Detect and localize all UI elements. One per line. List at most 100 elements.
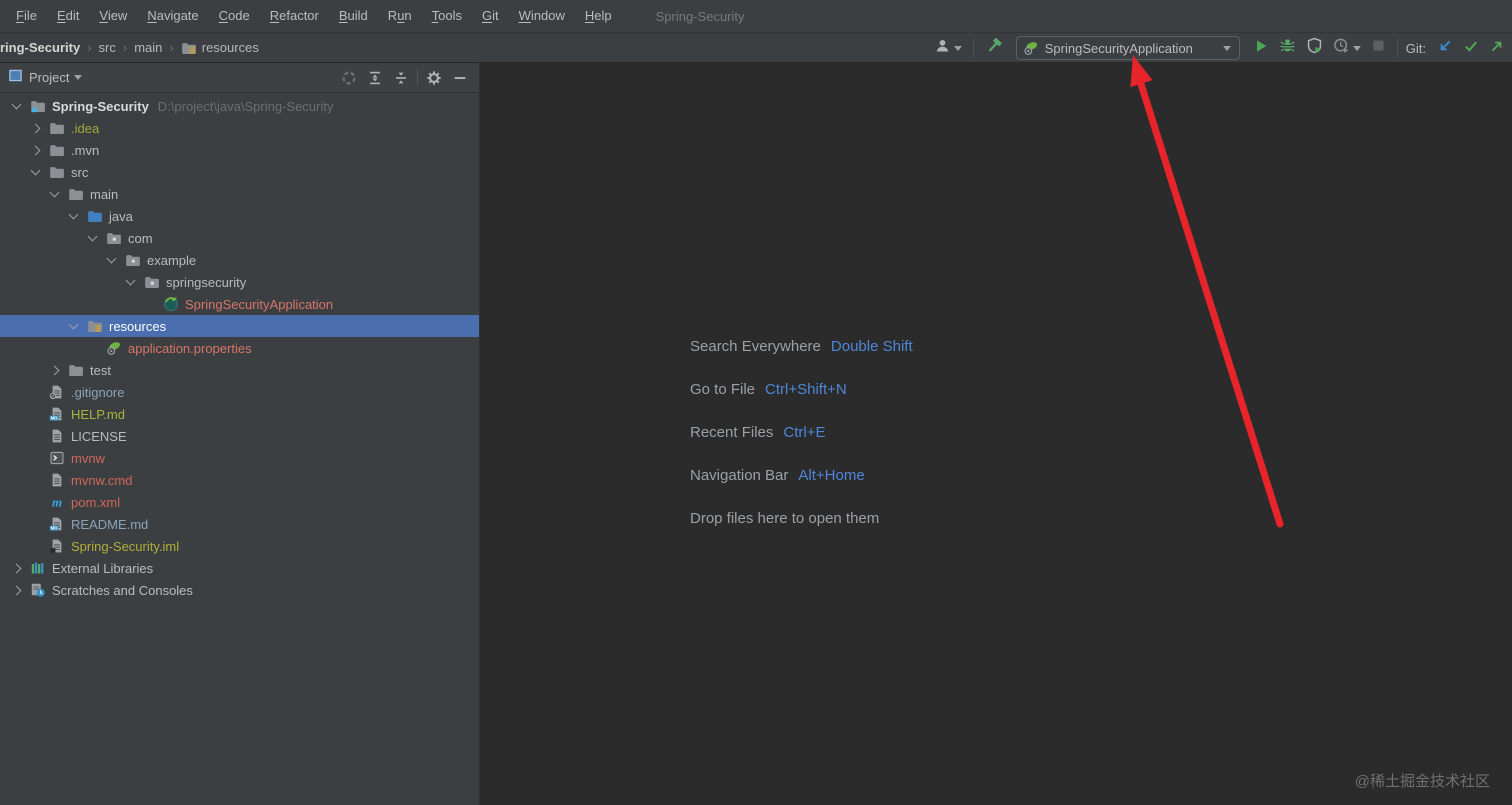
- tree-item-external-libraries[interactable]: External Libraries: [0, 557, 479, 579]
- package-folder-icon: [125, 252, 141, 268]
- git-update-button[interactable]: [1432, 35, 1458, 61]
- shortcut-keys-link[interactable]: Ctrl+E: [783, 424, 825, 441]
- breadcrumb-separator-icon: ›: [169, 40, 174, 55]
- tree-item-help-md[interactable]: MD HELP.md: [0, 403, 479, 425]
- tree-item-license[interactable]: LICENSE: [0, 425, 479, 447]
- iml-file-icon: [49, 538, 65, 554]
- menu-edit[interactable]: Edit: [47, 0, 89, 32]
- tree-item-java[interactable]: java: [0, 205, 479, 227]
- tree-chevron-collapsed-icon[interactable]: [49, 365, 68, 375]
- tree-item-label: main: [90, 186, 119, 202]
- menu-navigate[interactable]: Navigate: [137, 0, 208, 32]
- chevron-down-icon: [1222, 45, 1231, 51]
- run-configuration-select[interactable]: SpringSecurityApplication: [1015, 36, 1240, 60]
- tree-item-mvnw[interactable]: mvnw: [0, 447, 479, 469]
- tree-chevron-collapsed-icon[interactable]: [11, 563, 30, 573]
- tree-chevron-expanded-icon[interactable]: [68, 209, 87, 220]
- tree-item-readme-md[interactable]: MD README.md: [0, 513, 479, 535]
- menu-build[interactable]: Build: [329, 0, 378, 32]
- arrow-up-right-icon: [1489, 38, 1505, 59]
- tree-item-scratches-and-consoles[interactable]: Scratches and Consoles: [0, 579, 479, 601]
- tree-item-label: example: [147, 252, 197, 268]
- tree-chevron-expanded-icon[interactable]: [49, 187, 68, 198]
- expand-all-button[interactable]: [362, 66, 388, 90]
- collapse-all-button[interactable]: [388, 66, 414, 90]
- shortcut-label: Go to File: [690, 381, 756, 398]
- shortcut-label: Search Everywhere: [690, 338, 821, 355]
- tree-item-example[interactable]: example: [0, 249, 479, 271]
- tree-chevron-expanded-icon[interactable]: [125, 275, 144, 286]
- panel-settings-button[interactable]: [421, 66, 447, 90]
- chevron-down-icon[interactable]: [74, 75, 83, 80]
- tree-item-label: mvnw: [71, 450, 105, 466]
- run-with-coverage-button[interactable]: [1301, 35, 1328, 61]
- toolbar-divider: [417, 69, 418, 86]
- tree-item-spring-security-iml[interactable]: Spring-Security.iml: [0, 535, 479, 557]
- tree-item-spring-security[interactable]: Spring-Security D:\project\java\Spring-Se…: [0, 95, 479, 117]
- tree-item-resources[interactable]: resources: [0, 315, 479, 337]
- git-commit-button[interactable]: [1458, 35, 1484, 61]
- debug-button[interactable]: [1274, 35, 1301, 61]
- breadcrumb-item-ring-security[interactable]: ring-Security: [0, 40, 80, 55]
- profiler-button[interactable]: [1328, 35, 1366, 61]
- tree-chevron-collapsed-icon[interactable]: [30, 123, 49, 133]
- menu-view[interactable]: View: [89, 0, 137, 32]
- tree-item-label: Spring-Security.iml: [71, 538, 180, 554]
- tree-item-com[interactable]: com: [0, 227, 479, 249]
- tree-chevron-expanded-icon[interactable]: [30, 165, 49, 176]
- menu-file[interactable]: File: [6, 0, 47, 32]
- tree-item-application-properties[interactable]: application.properties: [0, 337, 479, 359]
- hammer-icon: [985, 37, 1003, 60]
- shortcut-keys-link[interactable]: Alt+Home: [798, 467, 864, 484]
- git-push-button[interactable]: [1484, 35, 1510, 61]
- menu-git[interactable]: Git: [472, 0, 509, 32]
- select-opened-file-button[interactable]: [336, 66, 362, 90]
- breadcrumb-item-src[interactable]: src: [99, 40, 116, 55]
- shortcut-label: Recent Files: [690, 424, 774, 441]
- chevron-down-icon: [1352, 45, 1361, 51]
- menu-run[interactable]: Run: [378, 0, 422, 32]
- run-toolbar: SpringSecurityApplication Git:: [929, 33, 1512, 63]
- tree-item-label: mvnw.cmd: [71, 472, 133, 488]
- tree-item-main[interactable]: main: [0, 183, 479, 205]
- hide-panel-button[interactable]: [447, 66, 473, 90]
- tree-chevron-expanded-icon[interactable]: [11, 99, 30, 110]
- menu-code[interactable]: Code: [209, 0, 260, 32]
- tree-item-springsecurityapplication[interactable]: SpringSecurityApplication: [0, 293, 479, 315]
- shortcut-keys-link[interactable]: Ctrl+Shift+N: [765, 381, 847, 398]
- chevron-right-icon: [30, 123, 41, 133]
- tree-item-path: D:\project\java\Spring-Security: [157, 98, 334, 114]
- menu-window[interactable]: Window: [509, 0, 575, 32]
- shortcut-label: Drop files here to open them: [690, 510, 880, 527]
- menu-refactor[interactable]: Refactor: [260, 0, 329, 32]
- tree-item-src[interactable]: src: [0, 161, 479, 183]
- chevron-right-icon: [11, 585, 22, 595]
- shortcut-navigation-bar: Navigation Bar Alt+Home: [690, 454, 913, 497]
- svg-text:MD: MD: [51, 526, 58, 531]
- shortcut-keys-link[interactable]: Double Shift: [831, 338, 913, 355]
- tree-chevron-expanded-icon[interactable]: [68, 319, 87, 330]
- breadcrumb-item-main[interactable]: main: [134, 40, 162, 55]
- tree-item-gitignore[interactable]: .gitignore: [0, 381, 479, 403]
- tree-item-mvnw-cmd[interactable]: mvnw.cmd: [0, 469, 479, 491]
- menu-help[interactable]: Help: [575, 0, 622, 32]
- tree-chevron-collapsed-icon[interactable]: [11, 585, 30, 595]
- breadcrumb: ring-Security › src › main › resources: [0, 33, 259, 63]
- menu-bar: File Edit View Navigate Code Refactor Build Run…: [0, 0, 1512, 33]
- run-button[interactable]: [1248, 35, 1274, 61]
- breadcrumb-item-resources[interactable]: resources: [181, 40, 259, 56]
- tree-chevron-collapsed-icon[interactable]: [30, 145, 49, 155]
- user-profile-button[interactable]: [929, 35, 967, 61]
- tree-chevron-expanded-icon[interactable]: [106, 253, 125, 264]
- tree-item-springsecurity[interactable]: springsecurity: [0, 271, 479, 293]
- svg-text:m: m: [52, 495, 62, 510]
- resources-folder-icon: [181, 40, 197, 56]
- build-project-button[interactable]: [980, 35, 1008, 61]
- tree-item-pom-xml[interactable]: m pom.xml: [0, 491, 479, 513]
- tree-chevron-expanded-icon[interactable]: [87, 231, 106, 242]
- tree-item-idea[interactable]: .idea: [0, 117, 479, 139]
- tree-item-mvn[interactable]: .mvn: [0, 139, 479, 161]
- arrow-down-left-icon: [1437, 38, 1453, 59]
- menu-tools[interactable]: Tools: [422, 0, 472, 32]
- tree-item-test[interactable]: test: [0, 359, 479, 381]
